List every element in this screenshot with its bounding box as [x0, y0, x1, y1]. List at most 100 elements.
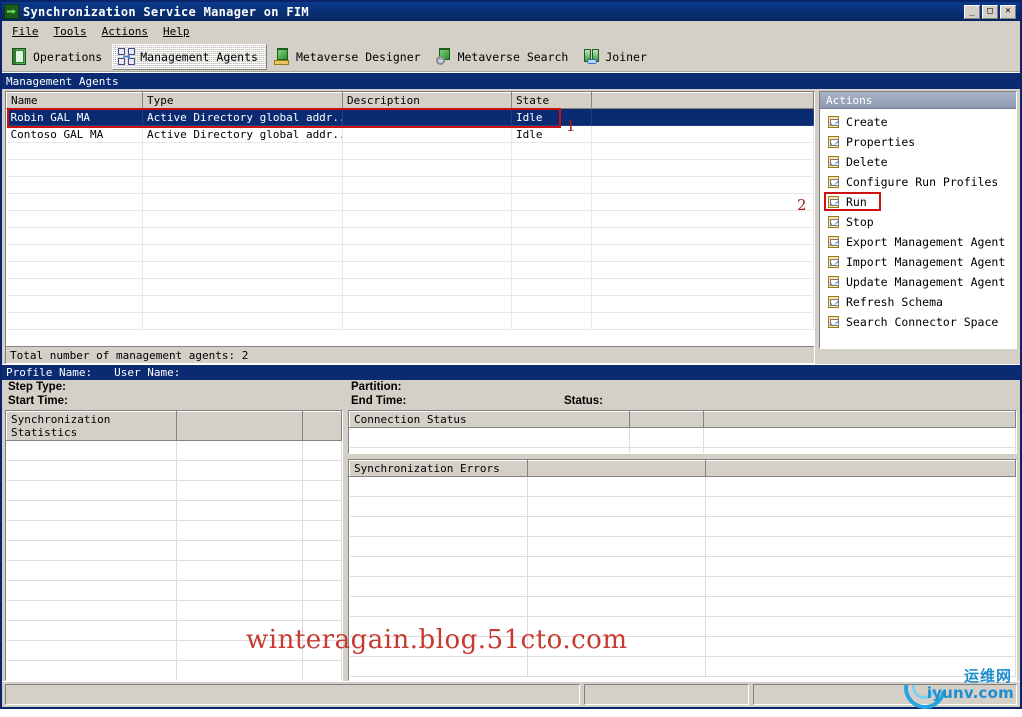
- column-header-connection-value[interactable]: [629, 411, 704, 428]
- end-time-label: End Time:: [351, 395, 407, 407]
- column-header-state[interactable]: State: [511, 92, 592, 109]
- actions-pane-title: Actions: [826, 93, 873, 107]
- tab-metaverse-designer-label: Metaverse Designer: [295, 49, 421, 64]
- action-item-refresh-schema-label: Refresh Schema: [846, 295, 943, 309]
- column-header-description[interactable]: Description: [342, 92, 512, 109]
- table-row-empty: [6, 159, 814, 177]
- cell-name: Robin GAL MA: [6, 108, 143, 126]
- tab-operations[interactable]: Operations: [6, 44, 110, 70]
- table-row-empty: [6, 176, 814, 194]
- action-item-refresh-schema[interactable]: Refresh Schema: [820, 292, 1016, 312]
- tab-management-agents[interactable]: Management Agents: [112, 43, 267, 70]
- table-row-empty: [349, 576, 1016, 597]
- section-band: Management Agents: [2, 72, 1020, 89]
- table-row-empty: [349, 447, 1016, 453]
- action-item-create[interactable]: Create: [820, 112, 1016, 132]
- table-row[interactable]: Contoso GAL MA Active Directory global a…: [6, 125, 814, 143]
- total-agents-label: Total number of management agents: 2: [10, 348, 249, 362]
- minimize-icon: _: [969, 6, 975, 17]
- action-item-search-connector-space[interactable]: Search Connector Space: [820, 312, 1016, 332]
- clipboard-check-icon: [827, 155, 841, 169]
- table-row-empty: [6, 660, 342, 680]
- action-item-run-label: Run: [846, 195, 867, 209]
- table-row-empty: [349, 656, 1016, 677]
- clipboard-check-icon: [827, 115, 841, 129]
- column-header-error-value[interactable]: [527, 460, 706, 477]
- column-header-stat-value[interactable]: [176, 411, 303, 441]
- table-row-empty: [6, 142, 814, 160]
- menu-item-actions[interactable]: Actions: [100, 23, 157, 40]
- clipboard-check-icon: [827, 255, 841, 269]
- tab-metaverse-designer[interactable]: Metaverse Designer: [269, 44, 429, 70]
- action-item-stop-label: Stop: [846, 215, 874, 229]
- table-row-empty: [6, 640, 342, 661]
- column-header-stat-filler[interactable]: [302, 411, 342, 441]
- tab-metaverse-search-label: Metaverse Search: [457, 49, 569, 64]
- column-header-connection-filler[interactable]: [703, 411, 1016, 428]
- table-row-empty: [6, 460, 342, 481]
- cell-name: Contoso GAL MA: [6, 125, 143, 143]
- action-item-search-connector-space-label: Search Connector Space: [846, 315, 999, 329]
- menu-tools-label: Tools: [53, 24, 87, 38]
- table-row[interactable]: Robin GAL MA Active Directory global add…: [6, 108, 814, 126]
- synchronization-errors-panel[interactable]: Synchronization Errors: [348, 459, 1017, 681]
- cell-state: Idle: [511, 108, 592, 126]
- connection-status-panel[interactable]: Connection Status: [348, 410, 1017, 454]
- close-button[interactable]: ×: [1000, 4, 1016, 19]
- column-header-type[interactable]: Type: [142, 92, 343, 109]
- toolbar: Operations Management Agents Metaverse D…: [2, 42, 1020, 72]
- table-row-empty: [6, 210, 814, 228]
- clipboard-check-icon: [827, 235, 841, 249]
- column-header-synchronization-errors[interactable]: Synchronization Errors: [349, 460, 528, 477]
- lower-content: Synchronization Statistics Connection St…: [2, 410, 1020, 681]
- application-window: Synchronization Service Manager on FIM _…: [0, 0, 1022, 709]
- action-item-import-management-agent[interactable]: Import Management Agent: [820, 252, 1016, 272]
- management-agents-table: Name Type Description State Robin GAL MA…: [6, 92, 814, 330]
- synchronization-statistics-panel[interactable]: Synchronization Statistics: [5, 410, 343, 681]
- table-row-empty: [6, 560, 342, 581]
- table-row-empty: [6, 480, 342, 501]
- management-agents-list-pane[interactable]: Name Type Description State Robin GAL MA…: [5, 91, 815, 364]
- clipboard-check-icon: [827, 215, 841, 229]
- actions-list: Create Properties Delete Configure Run P…: [820, 109, 1016, 332]
- table-row-empty: [6, 244, 814, 262]
- action-item-run[interactable]: Run: [820, 192, 1016, 212]
- action-item-configure-run-profiles[interactable]: Configure Run Profiles: [820, 172, 1016, 192]
- menu-item-tools[interactable]: Tools: [52, 23, 96, 40]
- table-header-row: Name Type Description State: [6, 92, 814, 109]
- column-header-error-filler[interactable]: [705, 460, 1016, 477]
- action-item-export-management-agent[interactable]: Export Management Agent: [820, 232, 1016, 252]
- connection-status-table: Connection Status: [349, 411, 1016, 453]
- run-detail-fields: Step Type: Start Time: Partition: End Ti…: [2, 380, 1020, 410]
- menu-actions-label: Actions: [101, 24, 148, 38]
- tab-joiner[interactable]: Joiner: [578, 44, 655, 70]
- table-row-empty: [6, 520, 342, 541]
- action-item-properties-label: Properties: [846, 135, 916, 149]
- minimize-button[interactable]: _: [964, 4, 980, 19]
- table-row-empty: [349, 616, 1016, 637]
- menu-help-label: Help: [162, 24, 190, 38]
- column-header-synchronization-statistics[interactable]: Synchronization Statistics: [6, 411, 177, 441]
- table-row-empty: [6, 600, 342, 621]
- operations-icon: [10, 47, 29, 66]
- management-agents-icon: [117, 47, 136, 66]
- column-header-connection-status[interactable]: Connection Status: [349, 411, 630, 428]
- action-item-update-management-agent[interactable]: Update Management Agent: [820, 272, 1016, 292]
- clipboard-check-icon: [827, 175, 841, 189]
- clipboard-check-icon: [827, 295, 841, 309]
- menu-item-file[interactable]: File: [10, 23, 48, 40]
- tab-operations-label: Operations: [33, 49, 103, 64]
- maximize-button[interactable]: □: [982, 4, 998, 19]
- action-item-properties[interactable]: Properties: [820, 132, 1016, 152]
- menu-item-help[interactable]: Help: [161, 23, 199, 40]
- column-header-name[interactable]: Name: [6, 92, 143, 109]
- action-item-delete[interactable]: Delete: [820, 152, 1016, 172]
- profile-band: Profile Name: User Name:: [2, 364, 1020, 380]
- action-item-stop[interactable]: Stop: [820, 212, 1016, 232]
- tab-metaverse-search[interactable]: Metaverse Search: [431, 44, 577, 70]
- table-row-empty: [6, 295, 814, 313]
- status-bar-panel-3: [753, 684, 1017, 705]
- cell-state: Idle: [511, 125, 592, 143]
- table-row-empty: [6, 540, 342, 561]
- step-type-label: Step Type:: [8, 381, 66, 393]
